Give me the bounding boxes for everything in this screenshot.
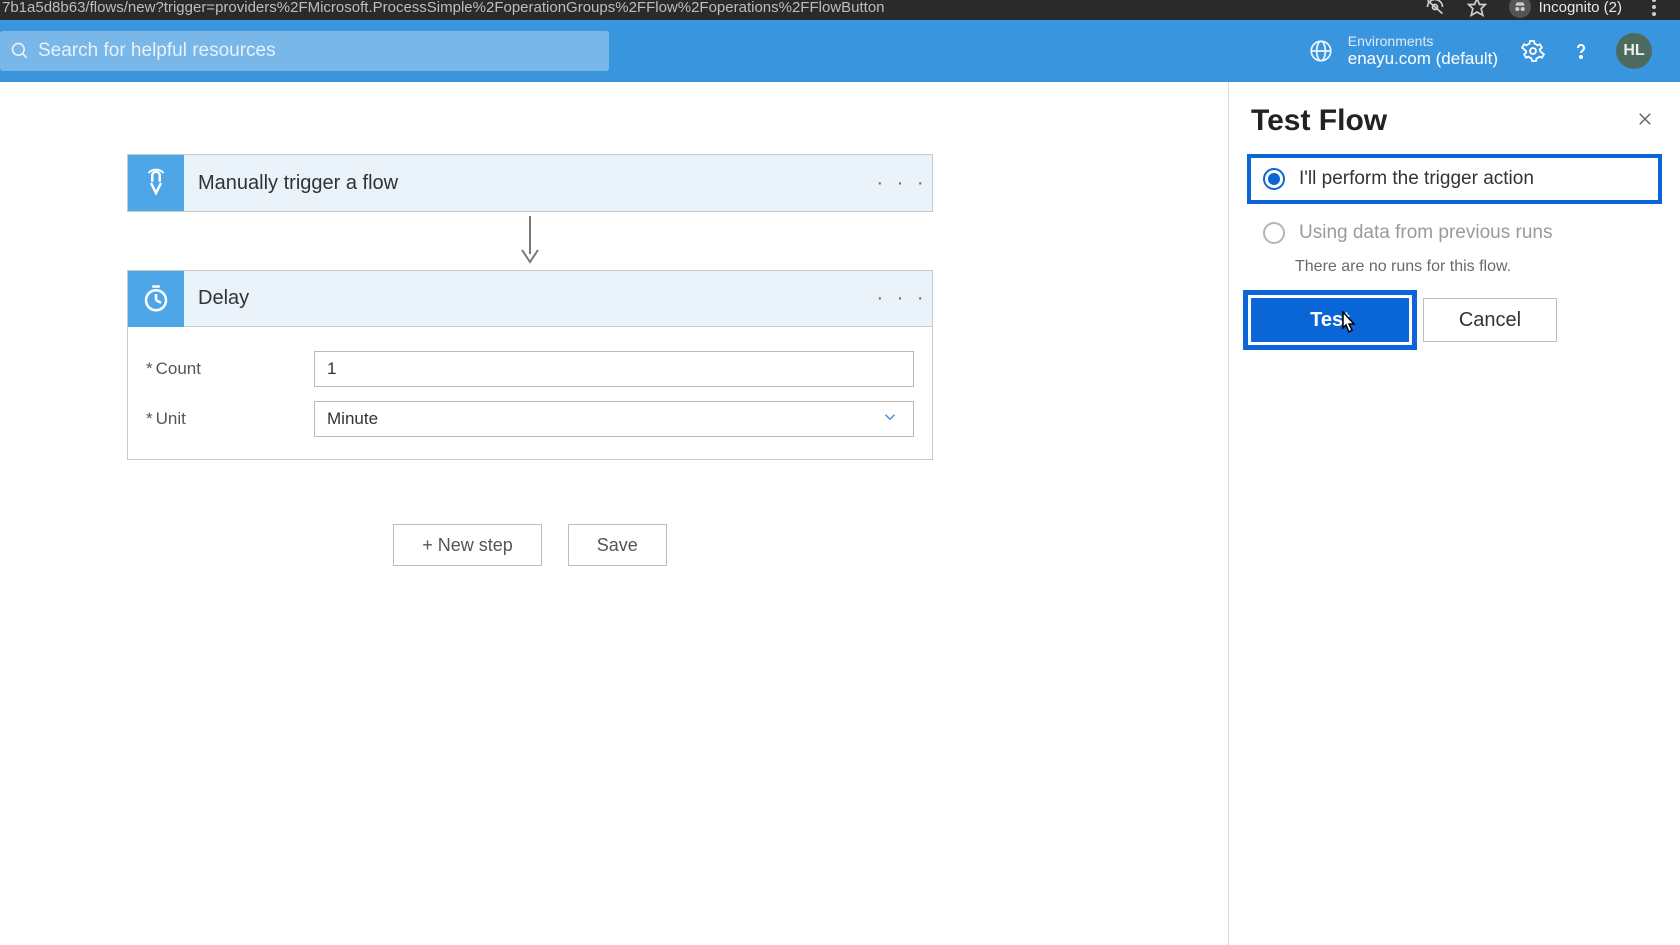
incognito-icon [1509,0,1531,18]
no-runs-message: There are no runs for this flow. [1251,258,1658,276]
radio-previous-label: Using data from previous runs [1299,222,1552,244]
tracking-icon[interactable] [1425,0,1445,17]
trigger-title: Manually trigger a flow [184,172,872,195]
browser-controls: Incognito (2) [1425,0,1672,18]
search-icon [10,41,30,61]
panel-title: Test Flow [1251,104,1387,138]
delay-clock-icon [128,271,184,327]
browser-url: 7b1a5d8b63/flows/new?trigger=providers%2… [0,0,1425,16]
incognito-indicator[interactable]: Incognito (2) [1509,0,1622,18]
count-label: *Count [146,359,314,379]
test-button[interactable]: Test [1251,298,1409,342]
settings-gear-icon[interactable] [1520,38,1546,64]
chevron-down-icon [881,408,899,431]
delay-title: Delay [184,287,872,310]
radio-icon [1263,168,1285,190]
unit-select[interactable]: Minute [314,401,914,437]
browser-menu-icon[interactable] [1644,0,1664,17]
app-header: Environments enayu.com (default) HL [0,20,1680,82]
unit-value: Minute [327,409,378,429]
test-flow-panel: Test Flow I'll perform the trigger actio… [1228,82,1680,945]
environment-name: enayu.com (default) [1348,49,1498,69]
radio-manual-label: I'll perform the trigger action [1299,168,1534,190]
environment-label: Environments [1348,33,1498,49]
browser-address-bar: 7b1a5d8b63/flows/new?trigger=providers%2… [0,0,1680,20]
radio-previous-runs: Using data from previous runs [1251,212,1658,254]
count-input[interactable] [314,351,914,387]
cancel-button[interactable]: Cancel [1423,298,1557,342]
help-icon[interactable] [1568,38,1594,64]
user-avatar[interactable]: HL [1616,33,1652,69]
search-input[interactable] [30,40,599,62]
globe-icon [1308,38,1334,64]
bookmark-star-icon[interactable] [1467,0,1487,17]
radio-manual-trigger[interactable]: I'll perform the trigger action [1251,158,1658,200]
flow-connector-arrow [518,212,542,270]
unit-label: *Unit [146,409,314,429]
flow-delay-card[interactable]: Delay · · · *Count *Unit Minute [127,270,933,460]
save-button[interactable]: Save [568,524,667,566]
radio-icon [1263,222,1285,244]
trigger-more-menu[interactable]: · · · [872,172,932,195]
trigger-tap-icon [128,155,184,211]
delay-more-menu[interactable]: · · · [872,287,932,310]
environment-picker[interactable]: Environments enayu.com (default) [1308,33,1498,69]
panel-close-button[interactable] [1632,104,1658,138]
incognito-label: Incognito (2) [1539,0,1622,16]
new-step-button[interactable]: + New step [393,524,542,566]
search-box[interactable] [0,31,609,71]
flow-trigger-card[interactable]: Manually trigger a flow · · · [127,154,933,212]
